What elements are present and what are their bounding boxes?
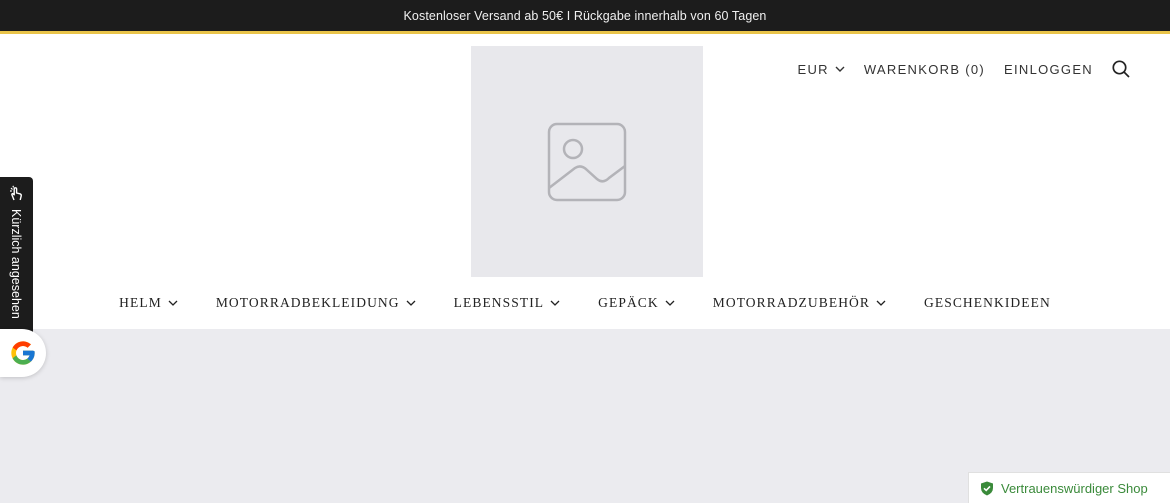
search-icon	[1112, 60, 1130, 78]
image-placeholder-icon	[547, 122, 627, 201]
header-utilities: EUR WARENKORB (0) EINLOGGEN	[797, 60, 1130, 78]
store-logo[interactable]	[471, 46, 703, 277]
nav-item-motorradbekleidung[interactable]: MOTORRADBEKLEIDUNG	[216, 295, 416, 311]
recently-viewed-tab[interactable]: Kürzlich angesehen	[0, 177, 33, 347]
currency-selector[interactable]: EUR	[797, 61, 845, 77]
cart-label: WARENKORB (0)	[863, 61, 985, 77]
nav-item-helm[interactable]: HELM	[119, 295, 178, 311]
google-g-icon	[11, 341, 35, 365]
nav-item-label: MOTORRADZUBEHÖR	[712, 295, 871, 310]
nav-item-label: HELM	[119, 295, 162, 310]
chevron-down-icon	[406, 300, 416, 306]
trusted-shop-badge[interactable]: Vertrauenswürdiger Shop	[968, 472, 1170, 503]
nav-item-label: GESCHENKIDEEN	[924, 295, 1051, 310]
search-button[interactable]	[1112, 60, 1130, 78]
currency-label: EUR	[797, 61, 829, 77]
google-reviews-badge[interactable]	[0, 329, 46, 377]
chevron-down-icon	[550, 300, 560, 306]
recently-viewed-label: Kürzlich angesehen	[9, 209, 23, 319]
cart-link[interactable]: WARENKORB (0)	[864, 62, 985, 77]
chevron-down-icon	[835, 66, 845, 72]
hand-pointer-icon	[10, 185, 22, 201]
trusted-shop-label: Vertrauenswürdiger Shop	[1001, 480, 1148, 496]
main-navigation: HELM MOTORRADBEKLEIDUNG LEBENSSTIL GEPÄC…	[0, 292, 1170, 314]
chevron-down-icon	[168, 300, 178, 306]
shield-check-icon	[981, 481, 993, 495]
chevron-down-icon	[665, 300, 675, 306]
chevron-down-icon	[876, 300, 886, 306]
announcement-bar: Kostenloser Versand ab 50€ I Rückgabe in…	[0, 0, 1170, 34]
nav-item-motorradzubehoer[interactable]: MOTORRADZUBEHÖR	[713, 295, 886, 311]
nav-item-label: GEPÄCK	[598, 295, 659, 310]
nav-item-label: MOTORRADBEKLEIDUNG	[215, 295, 400, 310]
announcement-text: Kostenloser Versand ab 50€ I Rückgabe in…	[403, 8, 767, 23]
login-link[interactable]: EINLOGGEN	[1004, 62, 1093, 77]
nav-item-gepaeck[interactable]: GEPÄCK	[598, 295, 675, 311]
nav-item-lebensstil[interactable]: LEBENSSTIL	[454, 295, 561, 311]
nav-item-geschenkideen[interactable]: GESCHENKIDEEN	[924, 295, 1051, 311]
login-label: EINLOGGEN	[1004, 61, 1093, 77]
nav-item-label: LEBENSSTIL	[453, 295, 545, 310]
